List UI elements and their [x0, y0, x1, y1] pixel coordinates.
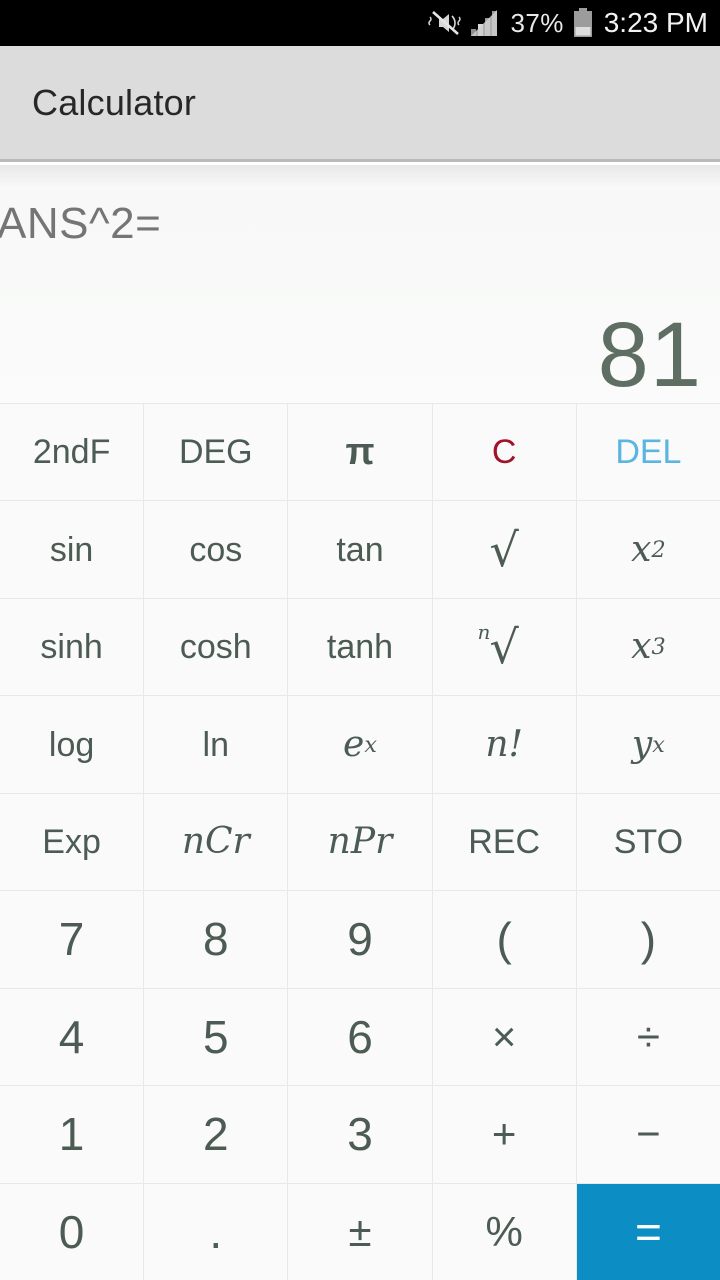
status-bar-clock: 3:23 PM: [603, 7, 708, 38]
app-bar: Calculator: [0, 46, 720, 162]
key-ln[interactable]: ln: [144, 696, 288, 793]
page-title: Calculator: [32, 81, 197, 123]
key-7[interactable]: 7: [0, 891, 144, 988]
radical-sign: √: [489, 522, 519, 577]
key-cosh[interactable]: cosh: [144, 598, 288, 696]
key-3[interactable]: 3: [288, 1086, 432, 1183]
status-bar: 37% 3:23 PM: [0, 0, 720, 46]
key-left-paren[interactable]: (: [432, 891, 576, 988]
key-1[interactable]: 1: [0, 1086, 144, 1183]
key-exp[interactable]: Exp: [0, 793, 144, 891]
key-2ndf[interactable]: 2ndF: [0, 404, 144, 501]
key-multiply[interactable]: ×: [432, 988, 576, 1086]
key-right-paren[interactable]: ): [576, 891, 720, 988]
root-index: n: [477, 620, 491, 645]
key-y-to-x[interactable]: yx: [576, 696, 720, 793]
key-rec[interactable]: REC: [432, 793, 576, 891]
key-deg[interactable]: DEG: [144, 404, 288, 501]
calculator-app: 37% 3:23 PM Calculator ANS^2= 81 2ndF DEG…: [0, 0, 720, 1280]
key-nth-root[interactable]: n √: [432, 598, 576, 696]
battery-percent-label: 37%: [510, 8, 564, 38]
base-symbol: x: [631, 528, 652, 570]
key-factorial[interactable]: n!: [432, 696, 576, 793]
key-delete[interactable]: DEL: [576, 404, 720, 501]
key-equals[interactable]: =: [576, 1183, 720, 1280]
key-minus[interactable]: −: [576, 1086, 720, 1183]
key-decimal[interactable]: .: [144, 1183, 288, 1280]
key-x-cubed[interactable]: x3: [576, 598, 720, 696]
key-pi[interactable]: π: [288, 404, 432, 501]
vibrate-mute-icon: [428, 9, 462, 37]
key-divide[interactable]: ÷: [576, 988, 720, 1086]
expression-text: ANS^2=: [0, 199, 162, 248]
key-sinh[interactable]: sinh: [0, 598, 144, 696]
key-percent[interactable]: %: [432, 1183, 576, 1280]
base-symbol: y: [631, 723, 653, 765]
key-2[interactable]: 2: [144, 1086, 288, 1183]
key-tanh[interactable]: tanh: [288, 598, 432, 696]
key-tan[interactable]: tan: [288, 501, 432, 598]
key-sqrt-glyph: √: [490, 527, 519, 573]
key-nth-root-glyph: n √: [478, 622, 519, 670]
radical-sign: √: [489, 620, 519, 675]
base-symbol: e: [343, 723, 365, 765]
key-plus-minus[interactable]: ±: [288, 1183, 432, 1280]
key-npr[interactable]: nPr: [288, 793, 432, 891]
key-4[interactable]: 4: [0, 988, 144, 1086]
key-cos[interactable]: cos: [144, 501, 288, 598]
keypad: 2ndF DEG π C DEL sin cos tan √ x 2 sinh cosh tanh n √ x 3…: [0, 403, 720, 1280]
key-8[interactable]: 8: [144, 891, 288, 988]
key-plus[interactable]: +: [432, 1086, 576, 1183]
key-sto[interactable]: STO: [576, 793, 720, 891]
key-ncr[interactable]: nCr: [144, 793, 288, 891]
key-5[interactable]: 5: [144, 988, 288, 1086]
key-log[interactable]: log: [0, 696, 144, 793]
key-sin[interactable]: sin: [0, 501, 144, 598]
calculator-display[interactable]: ANS^2= 81: [0, 165, 720, 403]
result-text: 81: [597, 304, 702, 403]
key-0[interactable]: 0: [0, 1183, 144, 1280]
key-6[interactable]: 6: [288, 988, 432, 1086]
signal-bars-icon: [471, 10, 501, 36]
key-sqrt[interactable]: √: [432, 501, 576, 598]
base-symbol: x: [631, 626, 652, 668]
key-e-to-x[interactable]: ex: [288, 696, 432, 793]
key-x-squared[interactable]: x2: [576, 501, 720, 598]
key-clear[interactable]: C: [432, 404, 576, 501]
status-bar-icons: 37% 3:23 PM: [428, 8, 708, 38]
key-9[interactable]: 9: [288, 891, 432, 988]
battery-icon: [573, 8, 593, 38]
